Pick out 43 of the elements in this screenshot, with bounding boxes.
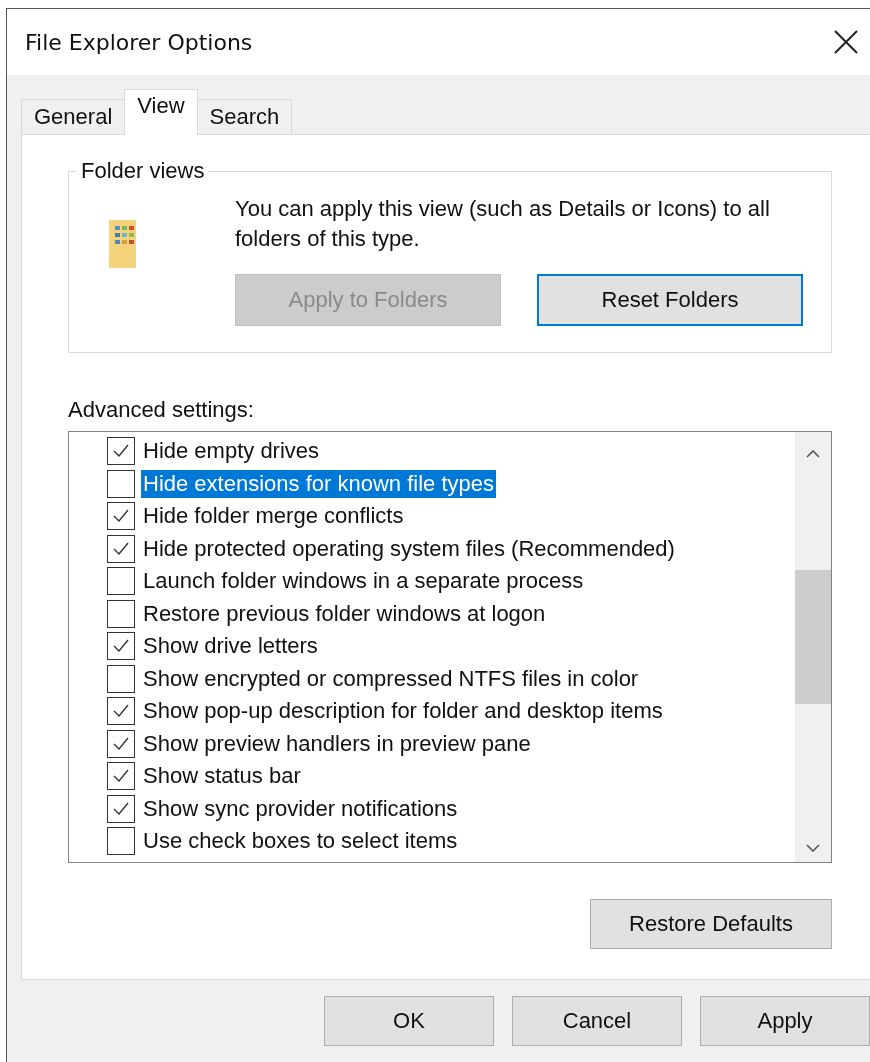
folder-button[interactable]: Reset Folders (537, 274, 803, 326)
scroll-thumb[interactable] (795, 570, 831, 704)
description-text: You can apply this view (such as Details or Icons) to all folders of this type. (235, 195, 771, 253)
checkbox[interactable] (107, 534, 135, 563)
tab[interactable]: Search (196, 99, 293, 135)
checkbox[interactable] (107, 729, 135, 758)
setting-label[interactable]: Hide folder merge conflicts (141, 502, 406, 531)
checkbox[interactable] (107, 502, 135, 531)
window-title: File Explorer Options (25, 29, 253, 55)
scroll-up-icon[interactable] (806, 450, 820, 458)
checkbox[interactable] (107, 469, 135, 498)
setting-label[interactable]: Show sync provider notifications (141, 794, 460, 823)
dialog-button[interactable]: OK (324, 996, 494, 1046)
tab[interactable]: View (124, 89, 198, 135)
setting-label[interactable]: Launch folder windows in a separate process (141, 567, 586, 596)
section-label: Advanced settings: (68, 397, 255, 423)
dialog-button[interactable]: Apply (700, 996, 870, 1046)
checkbox[interactable] (107, 567, 135, 596)
setting-label[interactable]: Show status bar (141, 762, 303, 791)
setting-label[interactable]: Show drive letters (141, 632, 320, 661)
checkbox[interactable] (107, 437, 135, 466)
restore-defaults-button[interactable]: Restore Defaults (590, 899, 832, 949)
setting-label[interactable]: Restore previous folder windows at logon (141, 599, 548, 628)
setting-label[interactable]: Show pop-up description for folder and desktop items (141, 697, 665, 726)
setting-label[interactable]: Show preview handlers in preview pane (141, 729, 533, 758)
checkbox[interactable] (107, 827, 135, 856)
checkbox[interactable] (107, 794, 135, 823)
tab[interactable]: General (21, 99, 126, 135)
scrollbar[interactable] (795, 432, 831, 862)
setting-label[interactable]: Use check boxes to select items (141, 827, 460, 856)
checkbox[interactable] (107, 664, 135, 693)
checkbox[interactable] (107, 762, 135, 791)
checkbox[interactable] (107, 599, 135, 628)
setting-label[interactable]: Show encrypted or compressed NTFS files in color (141, 664, 641, 693)
scroll-down-icon[interactable] (806, 844, 820, 852)
folder-icon (109, 220, 139, 270)
setting-label[interactable]: Hide extensions for known file types (141, 469, 496, 498)
checkbox[interactable] (107, 632, 135, 661)
close-icon[interactable] (834, 30, 858, 54)
setting-label[interactable]: Hide protected operating system files (Recommended) (141, 534, 677, 563)
setting-label[interactable]: Hide empty drives (141, 437, 322, 466)
checkbox[interactable] (107, 697, 135, 726)
dialog-button[interactable]: Cancel (512, 996, 682, 1046)
